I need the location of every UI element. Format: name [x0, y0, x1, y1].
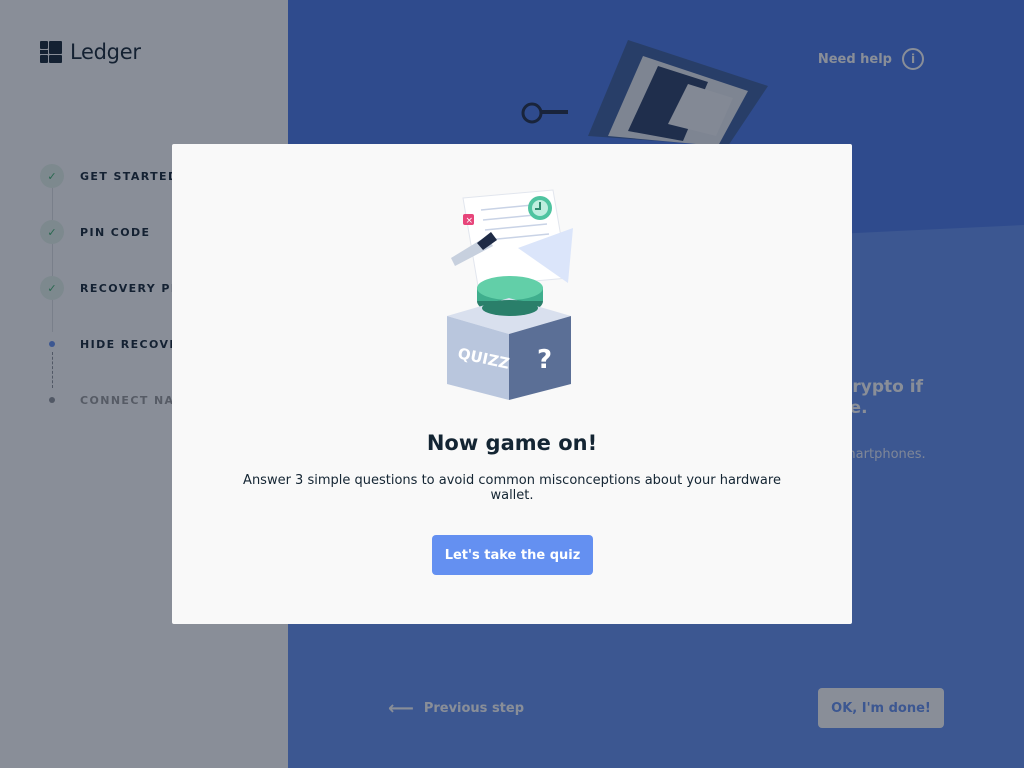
take-quiz-button[interactable]: Let's take the quiz — [432, 535, 593, 575]
svg-text:×: × — [466, 216, 474, 226]
modal-title: Now game on! — [426, 431, 598, 455]
question-mark-icon: ? — [537, 345, 552, 375]
modal-description: Answer 3 simple questions to avoid commo… — [243, 473, 781, 503]
quiz-modal: × QUIZZ ? Now game on! Answer 3 simple q… — [172, 144, 852, 624]
quiz-box-illustration: × QUIZZ ? — [447, 189, 573, 400]
